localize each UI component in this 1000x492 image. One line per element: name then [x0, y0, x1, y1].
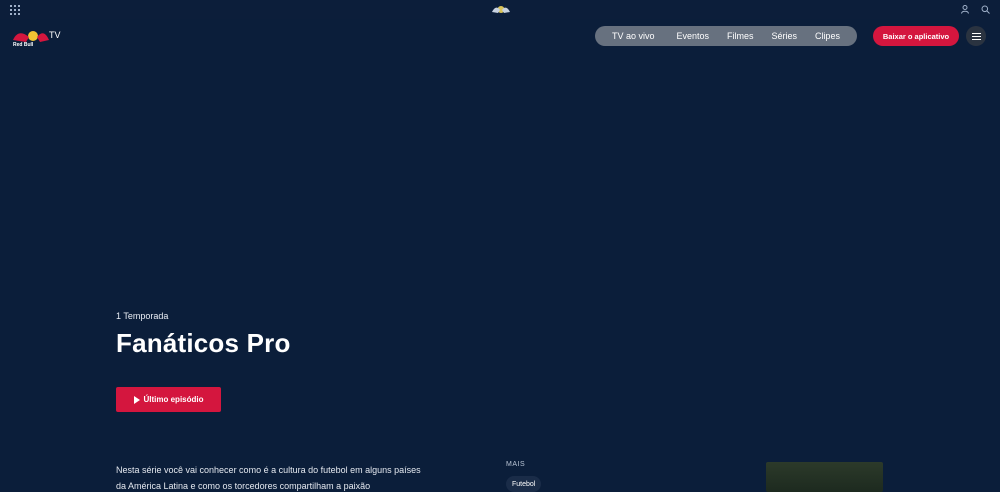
nav-item-eventos[interactable]: Eventos	[676, 31, 709, 41]
hamburger-icon	[971, 32, 981, 40]
menu-button[interactable]	[966, 26, 986, 46]
nav-item-clipes[interactable]: Clipes	[815, 31, 840, 41]
apps-grid-icon[interactable]	[10, 4, 20, 15]
latest-episode-button[interactable]: Último episódio	[116, 387, 221, 412]
redbull-tv-logo[interactable]: Red Bull TV	[11, 26, 61, 48]
play-icon	[133, 395, 140, 404]
download-app-button[interactable]: Baixar o aplicativo	[873, 26, 959, 46]
svg-text:TV: TV	[49, 30, 61, 40]
latest-episode-label: Último episódio	[143, 395, 204, 404]
nav-item-filmes[interactable]: Filmes	[727, 31, 754, 41]
main-nav: TV ao vivo Eventos Filmes Séries Clipes	[595, 26, 857, 46]
search-icon[interactable]	[981, 5, 990, 14]
tag-chip-futebol[interactable]: Futebol	[506, 476, 542, 492]
more-label: MAIS	[506, 461, 526, 468]
episode-thumbnail[interactable]	[766, 462, 883, 492]
hero-background-image	[0, 19, 1000, 492]
show-description: Nesta série você vai conhecer como é a c…	[116, 465, 421, 491]
nav-item-series[interactable]: Séries	[771, 31, 797, 41]
hero-banner: Red Bull TV TV ao vivo Eventos Filmes Sé…	[0, 19, 1000, 492]
show-title: Fanáticos Pro	[116, 328, 291, 358]
system-top-bar	[0, 0, 1000, 19]
user-icon[interactable]	[961, 5, 969, 14]
redbull-logo-icon[interactable]	[491, 3, 511, 16]
season-count: 1 Temporada	[116, 311, 169, 321]
nav-item-tv-ao-vivo[interactable]: TV ao vivo	[612, 31, 655, 41]
svg-text:Red Bull: Red Bull	[13, 42, 34, 48]
